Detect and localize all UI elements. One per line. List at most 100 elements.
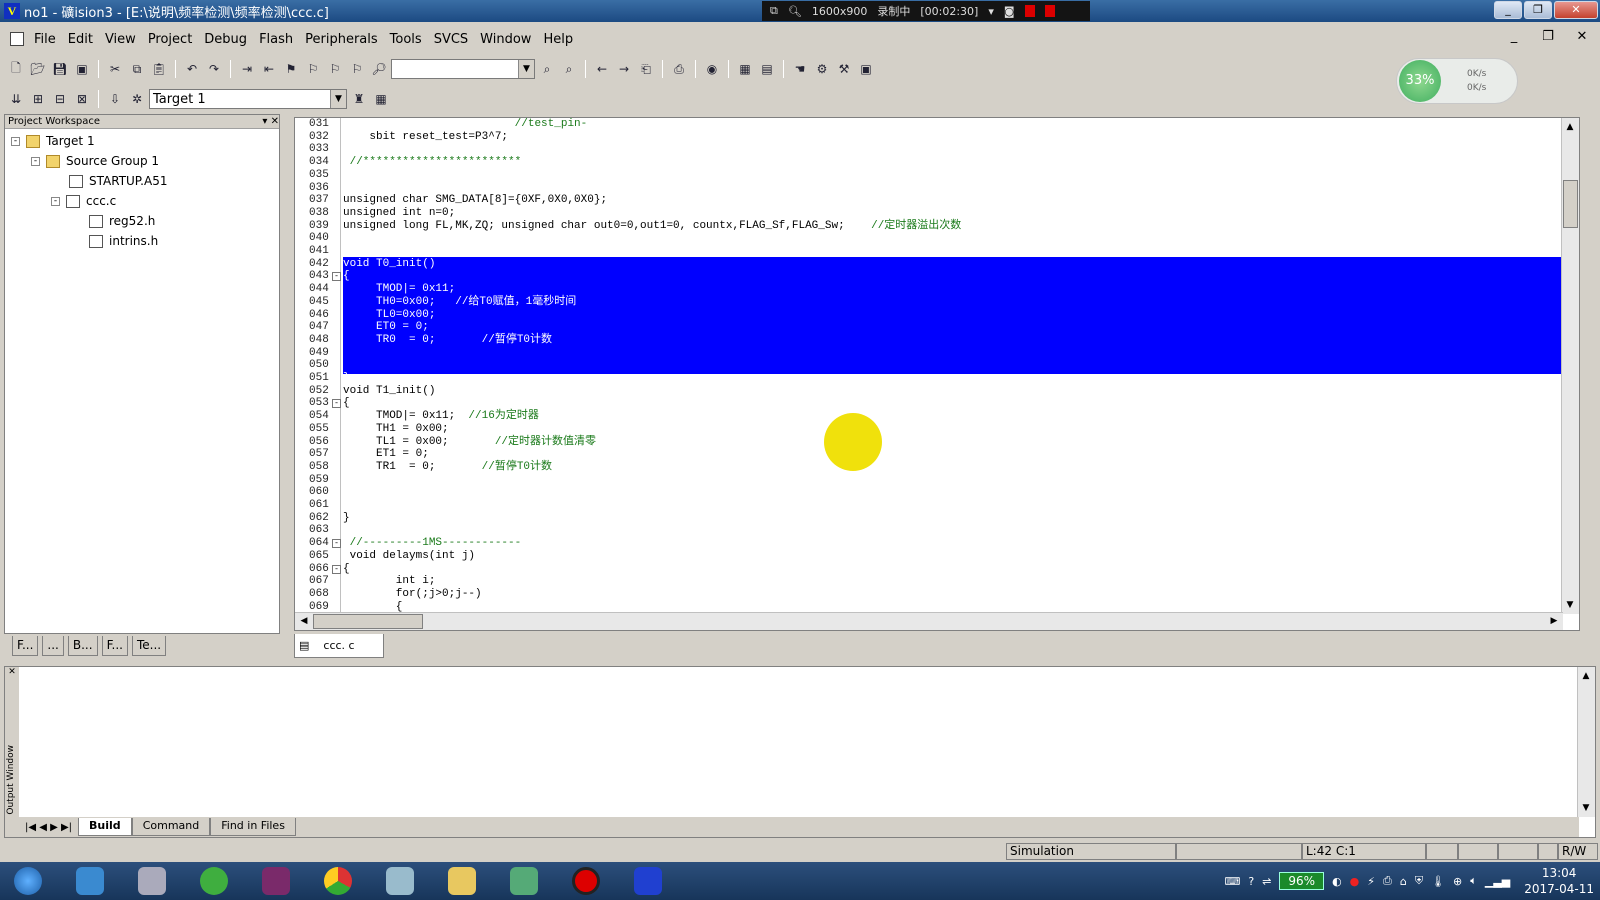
- code-line[interactable]: 039 unsigned long FL,MK,ZQ; unsigned char…: [295, 220, 1563, 233]
- code-line[interactable]: 034 //************************: [295, 156, 1563, 169]
- taskbar-app-icon[interactable]: [128, 864, 176, 898]
- code-line[interactable]: 041: [295, 245, 1563, 258]
- tab-command[interactable]: Command: [131, 818, 211, 836]
- tray-printer-icon[interactable]: ⎙: [1383, 874, 1392, 888]
- taskbar-app-icon[interactable]: [66, 864, 114, 898]
- tree-item-source-group[interactable]: - Source Group 1: [31, 154, 159, 168]
- collapse-icon[interactable]: -: [31, 156, 40, 166]
- fold-toggle-icon[interactable]: -: [332, 564, 341, 574]
- output-tab-nav-icon[interactable]: |◀ ◀ ▶ ▶|: [19, 822, 78, 833]
- recorder-stop-icon[interactable]: [1044, 5, 1055, 17]
- print-icon[interactable]: ⎙: [669, 59, 689, 79]
- code-line[interactable]: 031 //test_pin-: [295, 118, 1563, 131]
- editor-horizontal-scrollbar[interactable]: ◀ ▶: [295, 612, 1563, 630]
- code-line[interactable]: 053-{: [295, 397, 1563, 410]
- tree-item-target[interactable]: - Target 1: [11, 134, 95, 148]
- recorder-camera-icon[interactable]: ◙: [1004, 5, 1015, 18]
- code-line[interactable]: 048 TR0 = 0; //暂停T0计数: [295, 334, 1563, 347]
- start-button[interactable]: [4, 864, 52, 898]
- tray-record-icon[interactable]: ●: [1350, 875, 1360, 888]
- code-line[interactable]: 063: [295, 524, 1563, 537]
- code-editor[interactable]: 031 //test_pin- 032 sbit reset_test=P3^7;…: [294, 117, 1580, 631]
- close-button[interactable]: ✕: [1554, 1, 1598, 19]
- output-close-icon[interactable]: ✕: [5, 667, 19, 677]
- navigate-forward-icon[interactable]: →: [614, 59, 634, 79]
- undo-icon[interactable]: ↶: [182, 59, 202, 79]
- code-line[interactable]: 044 TMOD|= 0x11;: [295, 283, 1563, 296]
- menu-help[interactable]: Help: [537, 32, 579, 47]
- tray-home-icon[interactable]: ⌂: [1400, 875, 1407, 888]
- tab-files[interactable]: F...: [12, 636, 39, 656]
- fold-toggle-icon[interactable]: -: [332, 272, 341, 282]
- editor-tab-ccc-c[interactable]: ▤ ccc. c: [294, 634, 384, 658]
- code-line[interactable]: 068 for(;j>0;j--): [295, 588, 1563, 601]
- tree-item-reg52[interactable]: reg52.h: [89, 214, 155, 228]
- tools-icon[interactable]: ⚒: [834, 59, 854, 79]
- taskbar-uvision-icon[interactable]: [624, 864, 672, 898]
- code-line[interactable]: 064- //---------1MS------------: [295, 537, 1563, 550]
- code-line[interactable]: 033: [295, 143, 1563, 156]
- menu-view[interactable]: View: [99, 32, 142, 47]
- download-icon[interactable]: ⇩: [105, 89, 125, 109]
- scroll-down-icon[interactable]: ▼: [1563, 598, 1577, 612]
- scroll-left-icon[interactable]: ◀: [297, 614, 311, 628]
- menu-peripherals[interactable]: Peripherals: [299, 32, 384, 47]
- redo-icon[interactable]: ↷: [204, 59, 224, 79]
- code-line[interactable]: 043-{: [295, 270, 1563, 283]
- network-speed-widget[interactable]: 33% 0K/s 0K/s: [1396, 58, 1518, 104]
- code-line[interactable]: 046 TL0=0x00;: [295, 309, 1563, 322]
- code-line[interactable]: 062}: [295, 512, 1563, 525]
- code-line[interactable]: 056 TL1 = 0x00; //定时器计数值清零: [295, 436, 1563, 449]
- tray-plus-icon[interactable]: ⊕: [1453, 875, 1462, 888]
- code-line[interactable]: 051}: [295, 372, 1563, 385]
- code-line[interactable]: 049: [295, 347, 1563, 360]
- tray-app-icon[interactable]: ◐: [1332, 875, 1342, 888]
- code-line[interactable]: 032 sbit reset_test=P3^7;: [295, 131, 1563, 144]
- chevron-down-icon[interactable]: ▼: [518, 60, 534, 78]
- code-line[interactable]: 066-{: [295, 563, 1563, 576]
- code-line[interactable]: 042 void T0_init(): [295, 258, 1563, 271]
- taskbar-calculator-icon[interactable]: [376, 864, 424, 898]
- maximize-button[interactable]: ❐: [1524, 1, 1552, 19]
- target-combo[interactable]: Target 1 ▼: [149, 89, 347, 109]
- tray-help-icon[interactable]: ?: [1248, 875, 1254, 888]
- menu-debug[interactable]: Debug: [198, 32, 253, 47]
- tab-templates[interactable]: Te...: [131, 636, 167, 656]
- workspace-close-icon[interactable]: ▾ ✕: [262, 116, 279, 127]
- open-file-icon[interactable]: 📂︎: [28, 59, 48, 79]
- tab-build[interactable]: Build: [78, 818, 132, 836]
- tray-temperature-icon[interactable]: 🌡︎: [1431, 875, 1445, 888]
- code-line[interactable]: 037 unsigned char SMG_DATA[8]={0XF,0X0,0X…: [295, 194, 1563, 207]
- hand-icon[interactable]: ☚: [790, 59, 810, 79]
- recorder-pause-icon[interactable]: [1024, 5, 1035, 17]
- scroll-right-icon[interactable]: ▶: [1547, 614, 1561, 628]
- incremental-find-icon[interactable]: ⌕: [559, 59, 579, 79]
- menu-file[interactable]: File: [28, 32, 62, 47]
- configure-icon[interactable]: ▣: [856, 59, 876, 79]
- workspace-window-icon[interactable]: ▦: [735, 59, 755, 79]
- tray-volume-icon[interactable]: 🔈︎: [1470, 874, 1477, 888]
- target-components-icon[interactable]: ♜: [349, 89, 369, 109]
- recorder-window-icon[interactable]: ⧉: [770, 4, 778, 18]
- recorder-zoom-icon[interactable]: 🔍︎: [788, 5, 802, 18]
- save-all-icon[interactable]: ▣: [72, 59, 92, 79]
- uvision-app-icon[interactable]: V: [4, 3, 20, 19]
- cut-icon[interactable]: ✂: [105, 59, 125, 79]
- tab-functions[interactable]: F...: [101, 636, 128, 656]
- tab-regs[interactable]: ...: [42, 636, 64, 656]
- menu-flash[interactable]: Flash: [253, 32, 299, 47]
- code-line[interactable]: 065 void delayms(int j): [295, 550, 1563, 563]
- options-icon[interactable]: ✲: [127, 89, 147, 109]
- navigate-back-icon[interactable]: ←: [592, 59, 612, 79]
- fold-toggle-icon[interactable]: -: [332, 399, 341, 409]
- taskbar-recorder-icon[interactable]: [562, 864, 610, 898]
- scroll-thumb[interactable]: [1563, 180, 1578, 228]
- code-area[interactable]: 031 //test_pin- 032 sbit reset_test=P3^7;…: [295, 118, 1563, 614]
- code-line[interactable]: 047 ET0 = 0;: [295, 321, 1563, 334]
- mdi-close-button[interactable]: ✕: [1572, 29, 1592, 44]
- mdi-minimize-button[interactable]: _: [1504, 29, 1524, 44]
- document-menu-icon[interactable]: [10, 32, 24, 46]
- recorder-dropdown-icon[interactable]: ▾: [988, 5, 994, 18]
- collapse-icon[interactable]: -: [11, 136, 20, 146]
- menu-edit[interactable]: Edit: [62, 32, 99, 47]
